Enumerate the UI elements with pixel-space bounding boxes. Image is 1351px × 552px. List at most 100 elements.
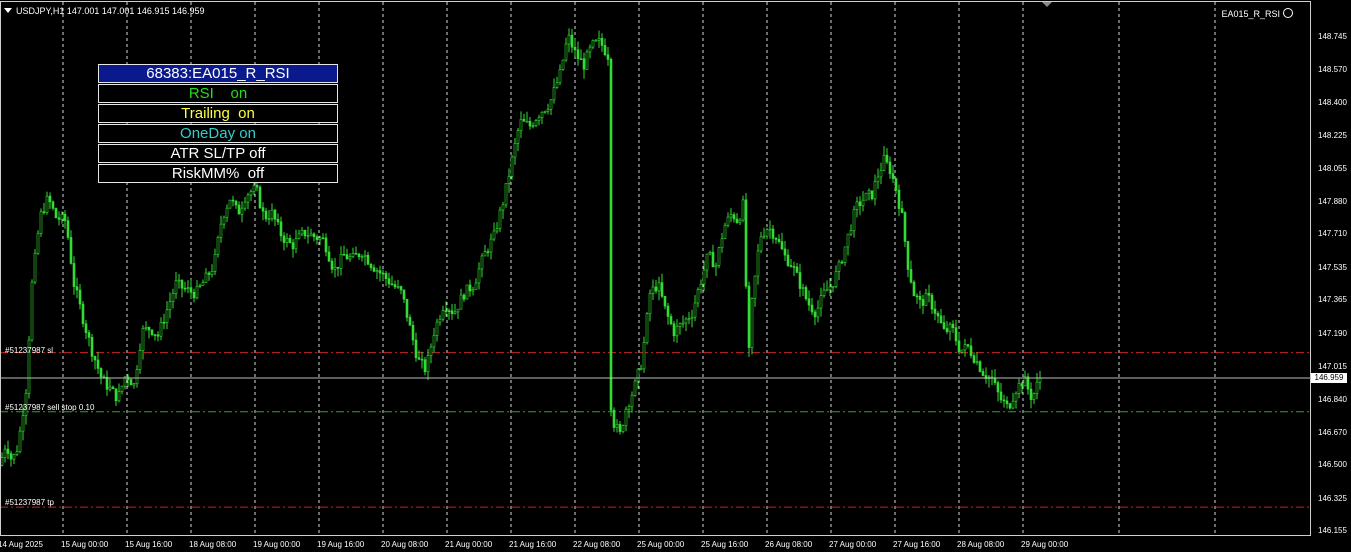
candle-body (393, 284, 397, 288)
candle-body (279, 221, 283, 237)
candle-body (609, 59, 613, 411)
atr-sltp-toggle-button[interactable]: ATR SL/TP off (98, 144, 338, 163)
candle-body (879, 170, 883, 178)
candle-body (117, 391, 121, 402)
candle-body (582, 58, 586, 70)
candle-body (597, 37, 601, 41)
candle-body (225, 207, 229, 218)
candle-body (537, 117, 541, 121)
candle-body (75, 286, 79, 291)
candle-body (228, 199, 232, 209)
candle-body (120, 385, 124, 392)
candle-body (324, 237, 328, 253)
candle-body (432, 335, 436, 348)
chart-shift-marker-icon[interactable] (1042, 2, 1052, 7)
candle-body (732, 214, 736, 220)
candle-body (468, 284, 472, 292)
candle-body (585, 51, 589, 70)
candle-body (897, 189, 901, 209)
candle-body (744, 199, 748, 287)
candle-body (951, 323, 955, 329)
trailing-toggle-button[interactable]: Trailing on (98, 104, 338, 123)
price-tick-label: 148.055 (1318, 163, 1347, 173)
candle-body (513, 143, 517, 158)
time-tick-label: 21 Aug 16:00 (509, 540, 557, 549)
time-tick-label: 15 Aug 16:00 (125, 540, 173, 549)
symbol-header: USDJPY,H1 147.001 147.001 146.915 146.95… (4, 6, 205, 16)
candle-body (207, 272, 211, 275)
candle-body (315, 236, 319, 240)
candle-body (240, 207, 244, 215)
oneday-toggle-button[interactable]: OneDay on (98, 124, 338, 143)
candle-body (765, 229, 769, 237)
candle-body (930, 294, 934, 310)
candle-body (903, 212, 907, 242)
candle-body (543, 110, 547, 113)
candle-body (558, 69, 562, 84)
candle-body (33, 253, 37, 283)
candle-body (342, 254, 346, 256)
price-tick-label: 147.015 (1318, 361, 1347, 371)
candle-body (678, 323, 682, 327)
candle-body (426, 355, 430, 373)
candle-body (108, 386, 112, 390)
candle-body (321, 237, 325, 240)
price-tick-label: 147.365 (1318, 295, 1347, 305)
candle-body (144, 326, 148, 329)
candle-body (186, 287, 190, 289)
candle-body (642, 342, 646, 370)
candle-body (618, 424, 622, 432)
candle-body (546, 109, 550, 112)
candle-body (423, 359, 427, 373)
candle-body (1020, 383, 1024, 387)
candle-body (474, 282, 478, 290)
candle-body (966, 344, 970, 347)
candle-body (417, 357, 421, 360)
stop-loss-label: #51237987 sl (5, 346, 54, 355)
candle-body (267, 218, 271, 221)
ea-title-button[interactable]: 68383:EA015_R_RSI (98, 64, 338, 83)
candle-body (84, 323, 88, 333)
candle-body (606, 54, 610, 60)
candle-body (828, 286, 832, 291)
candle-body (864, 192, 868, 201)
candle-body (72, 263, 76, 287)
candle-body (630, 395, 634, 407)
candle-body (174, 280, 178, 294)
candle-body (183, 287, 187, 290)
candle-body (42, 211, 46, 214)
riskmm-toggle-button[interactable]: RiskMM% off (98, 164, 338, 183)
price-tick-label: 148.745 (1318, 32, 1347, 41)
candle-body (381, 272, 385, 275)
expert-advisor-label[interactable]: EA015_R_RSI (1221, 8, 1293, 19)
candle-body (492, 230, 496, 240)
candle-body (621, 425, 625, 432)
candle-body (816, 307, 820, 318)
symbol-info: USDJPY,H1 147.001 147.001 146.915 146.95… (16, 6, 205, 16)
candle-body (723, 224, 727, 240)
candle-body (1008, 403, 1012, 409)
candle-body (687, 318, 691, 320)
candle-body (51, 201, 55, 209)
candle-body (882, 154, 886, 171)
candle-body (366, 254, 370, 265)
candle-body (636, 368, 640, 382)
dropdown-triangle-icon[interactable] (4, 8, 12, 13)
candle-body (330, 260, 334, 270)
candle-body (957, 340, 961, 353)
rsi-toggle-button[interactable]: RSI on (98, 84, 338, 103)
candle-body (573, 46, 577, 51)
candle-body (414, 339, 418, 359)
candle-body (9, 453, 13, 460)
candle-body (309, 233, 313, 237)
candle-body (837, 261, 841, 272)
candle-body (576, 49, 580, 59)
candle-body (81, 303, 85, 325)
candle-body (885, 154, 889, 163)
candle-body (162, 321, 166, 324)
candle-body (666, 305, 670, 317)
candle-body (801, 287, 805, 289)
candle-body (501, 204, 505, 211)
candle-body (1014, 393, 1018, 402)
candle-body (234, 200, 238, 206)
